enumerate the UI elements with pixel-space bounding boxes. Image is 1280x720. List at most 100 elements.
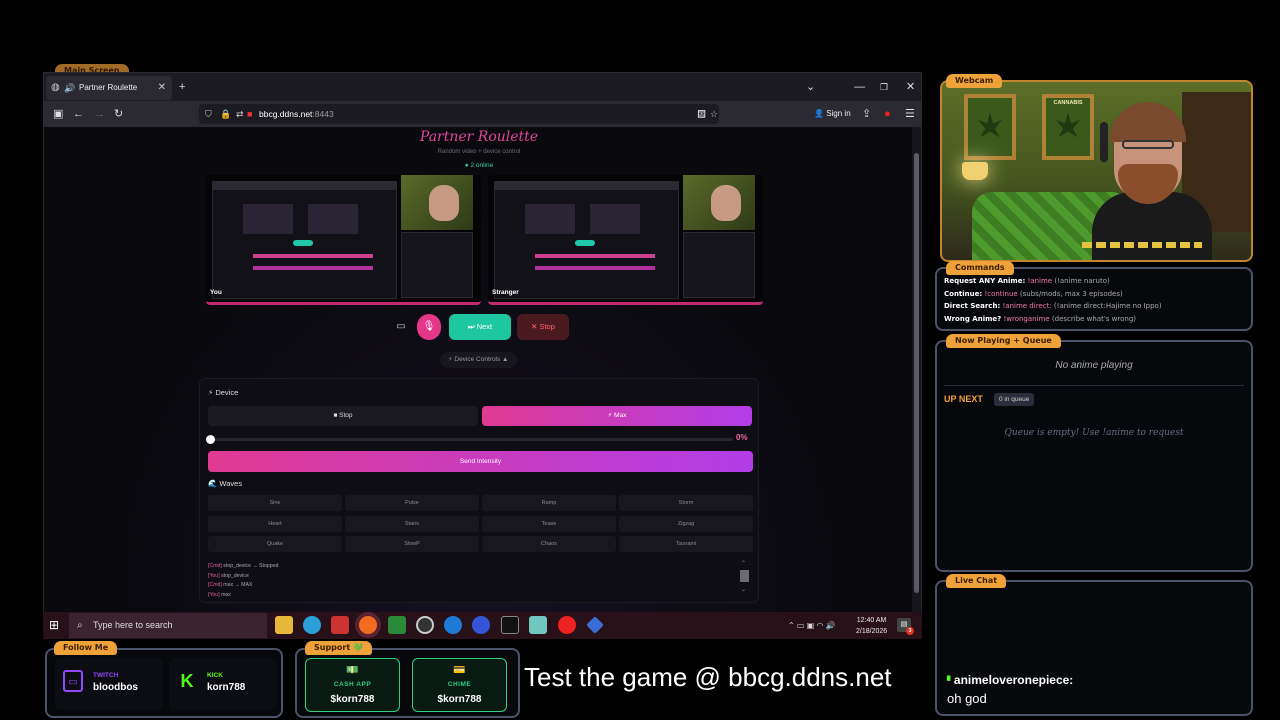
back-icon[interactable]: ← (73, 101, 84, 127)
cannabis-poster-left (964, 94, 1016, 160)
file-explorer-icon[interactable] (275, 616, 293, 634)
promo-text: Test the game @ bbcg.ddns.net (524, 662, 892, 692)
minimize-icon[interactable]: — (854, 73, 865, 101)
sign-in-label: Sign in (826, 109, 851, 118)
reload-icon[interactable]: ↻ (114, 101, 123, 127)
kick-username: korn788 (207, 682, 246, 693)
system-tray[interactable]: ⌃ ▭ ▣ ◠ 🔊 (788, 612, 836, 639)
speaker-icon[interactable]: 🔊 (64, 76, 75, 100)
taskbar-search[interactable]: ⌕ Type here to search (69, 613, 267, 638)
kick-card[interactable]: K KICK korn788 (169, 658, 277, 710)
camera-button[interactable]: ▭ (391, 314, 411, 340)
command-label: Wrong Anime? (944, 314, 1002, 323)
extensions-icon[interactable]: ⇪ (862, 101, 871, 127)
kick-logo-icon: K (180, 671, 194, 691)
wave-button-sine[interactable]: Sine (208, 495, 342, 511)
log-scrollbar[interactable]: ⌃ ⌄ (740, 561, 749, 598)
ublock-icon[interactable]: ● (884, 101, 891, 127)
video-you: You (206, 175, 481, 305)
command-example: (describe what's wrong) (1051, 314, 1136, 323)
command-row: Request ANY Anime: !anime (!anime naruto… (944, 277, 1110, 285)
stop-button[interactable]: ✕ Stop (517, 314, 569, 340)
tab-partner-roulette[interactable]: ◍ 🔊 Partner Roulette ✕ (46, 76, 172, 100)
lock-icon[interactable]: 🔒 (220, 104, 231, 124)
wave-button-chaos[interactable]: Chaos (482, 536, 616, 552)
queue-empty-message: Queue is empty! Use !anime to request (1004, 428, 1184, 438)
slider-handle[interactable] (206, 435, 215, 444)
kick-icon: ▘ (947, 676, 954, 686)
wave-button-quake[interactable]: Quake (208, 536, 342, 552)
close-window-icon[interactable]: ✕ (906, 73, 915, 101)
follow-panel: ▭ TWITCH bloodbos K KICK korn788 (45, 648, 283, 718)
close-tab-icon[interactable]: ✕ (158, 76, 166, 100)
restore-icon[interactable]: ❐ (880, 73, 888, 101)
online-count: ● 2 online (464, 162, 494, 169)
edge-alt-icon[interactable] (444, 616, 462, 634)
notepad-icon[interactable] (529, 616, 547, 634)
log-line: [Cmd] stop_device → Stopped (208, 562, 728, 572)
bookmark-icon[interactable]: ☆ (710, 104, 718, 124)
edge-icon[interactable] (303, 616, 321, 634)
webcam-feed: CANNABIS (940, 80, 1253, 262)
page-scrollbar[interactable] (912, 127, 921, 639)
wave-button-slowp[interactable]: SlowP (345, 536, 479, 552)
intensity-slider[interactable] (206, 435, 733, 444)
sidebar-icon[interactable]: ▣ (53, 101, 63, 127)
nav-bar: ▣ ← → ↻ ⛉ 🔒 ⇄ ■ bbcg.ddns.net:8443 ▤ ☆ ⊡… (44, 101, 921, 127)
twitch-username: bloodbos (93, 682, 138, 693)
device-max-button[interactable]: ⚡ Max (482, 406, 752, 426)
clock-date: 2/18/2026 (856, 628, 888, 635)
log-tag: [Cmd] (208, 582, 222, 588)
app-green-icon[interactable] (388, 616, 406, 634)
taskbar-clock[interactable]: 12:40 AM 2/18/2026 (856, 615, 887, 637)
device-controls-toggle[interactable]: ⚡ Device Controls ▲ (440, 352, 517, 368)
voicemeeter-icon[interactable] (331, 616, 349, 634)
live-chat-tag: Live Chat (946, 574, 1007, 588)
queue-divider (944, 385, 1244, 386)
chime-card[interactable]: 💳 CHIME $korn788 (412, 658, 507, 712)
vscode-icon[interactable] (586, 616, 604, 634)
obs-icon[interactable] (416, 616, 434, 634)
twitch-card[interactable]: ▭ TWITCH bloodbos (55, 658, 163, 710)
cashapp-card[interactable]: 💵 CASH APP $korn788 (305, 658, 400, 712)
wave-button-stairs[interactable]: Stairs (345, 515, 479, 532)
taskbar-search-placeholder: Type here to search (93, 620, 173, 630)
url-bar[interactable]: ⛉ 🔒 ⇄ ■ bbcg.ddns.net:8443 ▤ ☆ (199, 104, 719, 124)
tab-list-icon[interactable]: ⌄ (806, 73, 815, 101)
streamer (1092, 102, 1212, 260)
new-tab-icon[interactable]: + (179, 73, 185, 101)
device-stop-button[interactable]: ■ Stop (208, 406, 478, 426)
log-line: [You] stop_device (208, 572, 728, 582)
send-intensity-button[interactable]: Send Intensity (208, 451, 753, 472)
shield-icon[interactable]: ⛉ (205, 104, 212, 124)
next-button[interactable]: ⏭ Next (449, 314, 511, 340)
wave-button-heart[interactable]: Heart (208, 515, 342, 532)
forward-icon[interactable]: → (94, 101, 105, 127)
wave-button-tease[interactable]: Tease (482, 515, 616, 532)
wave-button-storm[interactable]: Storm (619, 495, 753, 511)
wave-button-zigzag[interactable]: Zigzag (619, 515, 753, 532)
twitch-label: TWITCH (93, 672, 119, 679)
command-example: (!anime direct:Hajime no Ippo) (1053, 302, 1162, 310)
youtube-icon[interactable] (558, 616, 576, 634)
mic-button[interactable]: 🎙 (417, 314, 441, 340)
command-row: Direct Search: !anime direct: (!anime di… (944, 302, 1162, 310)
notifications-icon[interactable]: ▤ 3 (897, 618, 914, 635)
permissions-icon[interactable]: ⇄ (236, 104, 244, 124)
firefox-icon[interactable] (359, 616, 377, 634)
command-text: !anime (1027, 277, 1053, 285)
sign-in-button[interactable]: 👤 Sign in (814, 101, 851, 127)
terminal-icon[interactable] (501, 616, 519, 634)
commands-panel: Request ANY Anime: !anime (!anime naruto… (935, 267, 1253, 331)
media-player-icon[interactable] (472, 616, 490, 634)
wave-button-tsunami[interactable]: Tsunami (619, 536, 753, 552)
log-text: stop_device → Stopped (221, 563, 279, 569)
wave-button-ramp[interactable]: Ramp (482, 495, 616, 511)
camera-permission-icon[interactable]: ■ (247, 104, 252, 124)
wave-button-pulse[interactable]: Pulse (345, 495, 479, 511)
windows-start-icon[interactable]: ⊞ (49, 612, 59, 639)
log-tag: [You] (208, 591, 220, 598)
command-label: Direct Search: (944, 302, 1001, 310)
screenshot-icon[interactable]: ⊡ (697, 101, 706, 127)
menu-icon[interactable]: ☰ (905, 101, 915, 127)
